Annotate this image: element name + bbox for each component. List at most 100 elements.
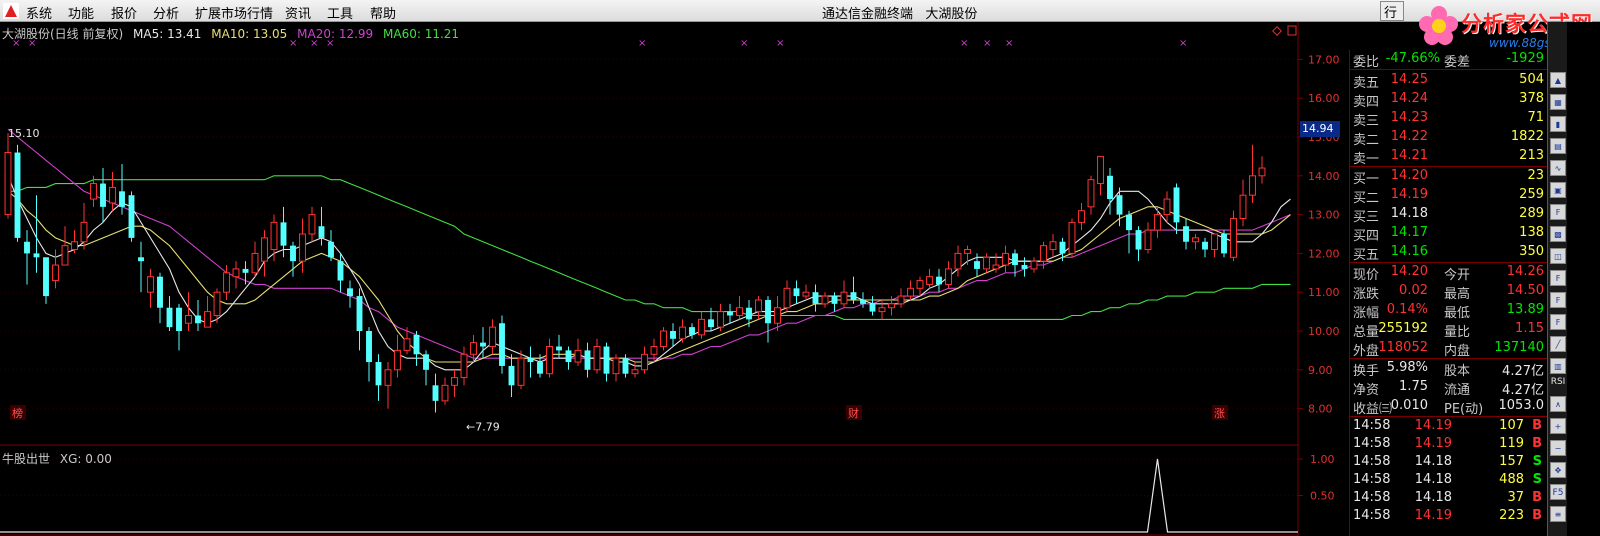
candle-body <box>831 296 838 304</box>
indicator-xg: XG: 0.00 <box>59 452 112 466</box>
chart-icon[interactable]: ◫ <box>1550 248 1566 264</box>
zoom-in-icon[interactable]: + <box>1550 418 1566 434</box>
candle-body <box>1183 226 1189 242</box>
candle-body <box>508 365 515 386</box>
candle-body <box>1249 175 1256 196</box>
candle-body <box>974 261 980 269</box>
volume-icon[interactable]: ▤ <box>1550 138 1566 154</box>
rsi-icon[interactable]: RSI <box>1550 374 1566 390</box>
candle-body <box>517 357 525 386</box>
candle-body <box>907 287 914 297</box>
scroll-up-icon[interactable]: ▲ <box>1550 72 1566 88</box>
menu-tools[interactable]: 工具 <box>327 3 353 22</box>
candle-body <box>1258 167 1266 177</box>
candle-body <box>394 349 401 371</box>
candle-body <box>375 362 382 386</box>
candle-body <box>356 296 363 331</box>
f10-icon[interactable]: F <box>1550 270 1566 286</box>
candle-body <box>204 311 211 328</box>
bid-row[interactable]: 买二 14.19 259 <box>1350 187 1548 206</box>
candle-body <box>1116 195 1123 215</box>
candle-body <box>1068 221 1076 254</box>
bid-row[interactable]: 买一 14.20 23 <box>1350 168 1548 187</box>
candle-body <box>185 314 192 324</box>
menu-analysis[interactable]: 分析 <box>153 3 179 22</box>
menu-system[interactable]: 系统 <box>26 3 52 22</box>
high-label: 15.10 <box>8 127 40 140</box>
diamond-icon <box>1272 26 1282 36</box>
grid-icon[interactable]: ▩ <box>1550 226 1566 242</box>
menu-quote[interactable]: 报价 <box>111 3 137 22</box>
market-tab-button[interactable]: 行 <box>1380 1 1404 21</box>
ask-row[interactable]: 卖一 14.21 213 <box>1350 148 1548 167</box>
f5-icon[interactable]: F5 <box>1550 484 1566 500</box>
line2-icon[interactable]: ∧ <box>1550 396 1566 412</box>
candle-body <box>698 318 705 336</box>
candle-body <box>499 323 505 366</box>
candle-body <box>460 353 468 379</box>
candle-body <box>441 384 449 402</box>
finance-icon[interactable]: F <box>1550 204 1566 220</box>
move-icon[interactable]: ✥ <box>1550 462 1566 478</box>
menu-function[interactable]: 功能 <box>68 3 94 22</box>
kline-chart-svg[interactable]: 17.0016.0015.0014.0013.0012.0011.0010.00… <box>0 22 1370 536</box>
menu-news[interactable]: 资讯 <box>285 3 311 22</box>
sub-y-tick-label: 0.50 <box>1310 490 1335 503</box>
y-tick-label: 17.00 <box>1308 53 1340 66</box>
candle-body <box>128 195 135 238</box>
candle-body <box>14 152 21 238</box>
menu-help[interactable]: 帮助 <box>370 3 396 22</box>
candle-body <box>1002 252 1009 266</box>
candle-body <box>537 362 543 374</box>
candle-body <box>765 299 771 324</box>
bid-row[interactable]: 买三 14.18 289 <box>1350 206 1548 225</box>
candle-body <box>727 311 733 316</box>
trade-row: 14:58 14.18 37 B <box>1353 490 1542 505</box>
candle-body <box>52 264 59 282</box>
lines-icon[interactable]: ≡ <box>1550 506 1566 522</box>
candle-body <box>897 295 905 305</box>
kline-chart-area[interactable]: 17.00 16.00 15.00 14.00 13.00 12.00 11.00 10.00… <box>0 22 1370 536</box>
ma60-line <box>8 175 1291 320</box>
candle-body <box>1221 234 1227 254</box>
f10b-icon[interactable]: F <box>1550 292 1566 308</box>
bar-icon[interactable]: ▥ <box>1550 358 1566 374</box>
trade-row: 14:58 14.19 107 B <box>1353 418 1542 433</box>
candle-body <box>242 268 249 273</box>
candle-body <box>71 241 78 251</box>
ask-row[interactable]: 卖四 14.24 378 <box>1350 91 1548 110</box>
candle-body <box>1192 237 1199 243</box>
candle-body <box>612 357 620 375</box>
ma5-line <box>7 175 1291 371</box>
bid-row[interactable]: 买五 14.16 350 <box>1350 244 1548 263</box>
indicator-icon[interactable]: ▦ <box>1550 94 1566 110</box>
candle-body <box>100 183 106 207</box>
f10c-icon[interactable]: F <box>1550 314 1566 330</box>
ask-row[interactable]: 卖三 14.23 71 <box>1350 110 1548 129</box>
bid-row[interactable]: 买四 14.17 138 <box>1350 225 1548 244</box>
candle-body <box>261 237 268 262</box>
line-icon[interactable]: ╱ <box>1550 336 1566 352</box>
ask-row[interactable]: 卖五 14.25 504 <box>1350 72 1548 91</box>
candle-body <box>1135 230 1142 250</box>
quote-row: 现价 14.20 今开 14.26 <box>1353 264 1544 283</box>
signal-mark: × <box>1179 38 1187 49</box>
trade-row: 14:58 14.18 157 S <box>1353 454 1542 469</box>
candle-body <box>689 327 695 335</box>
trend-icon[interactable]: ∿ <box>1550 160 1566 176</box>
candle-body <box>413 334 420 355</box>
menu-extended-market[interactable]: 扩展市场行情 <box>195 3 273 22</box>
candle-body <box>1163 198 1171 216</box>
candle-body <box>631 369 639 375</box>
signal-mark: × <box>960 38 968 49</box>
menu-bar: 系统 功能 报价 分析 扩展市场行情 资讯 工具 帮助 通达信金融终端 大湖股份… <box>0 0 1600 22</box>
candle-body <box>451 377 458 386</box>
zoom-out-icon[interactable]: − <box>1550 440 1566 456</box>
event-marker: 榜 <box>12 406 23 420</box>
candle-body <box>280 222 287 246</box>
ask-row[interactable]: 卖二 14.22 1822 <box>1350 129 1548 148</box>
news-icon[interactable]: ▣ <box>1550 182 1566 198</box>
candle-body <box>1059 241 1066 254</box>
candle-body <box>1040 245 1047 262</box>
kline-icon[interactable]: ▮ <box>1550 116 1566 132</box>
